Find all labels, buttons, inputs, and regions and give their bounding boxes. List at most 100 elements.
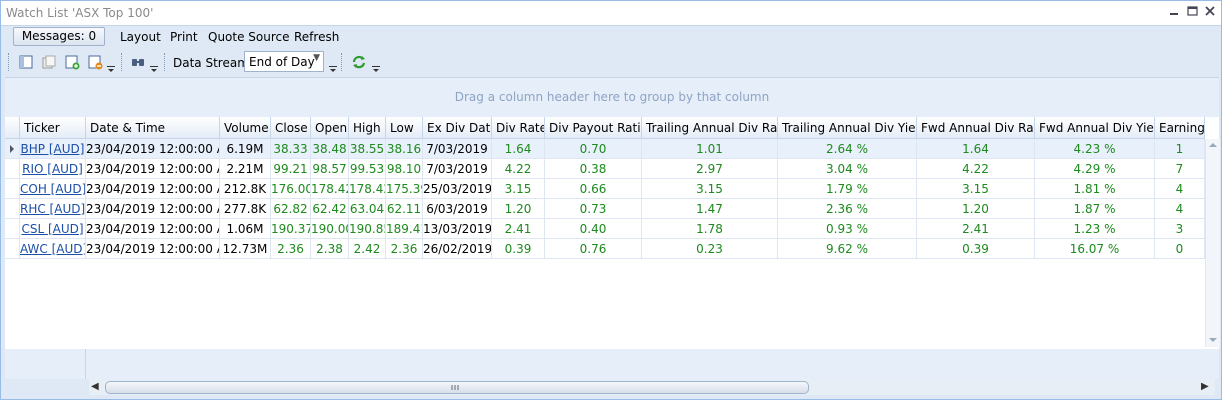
scroll-right-icon[interactable]: ▶: [1201, 381, 1209, 392]
cell-div-rate: 3.15: [492, 179, 545, 199]
cell-open: 178.42: [311, 179, 349, 199]
header-corner: [5, 117, 20, 139]
cell-earning: 0: [1155, 239, 1205, 259]
vertical-scrollbar[interactable]: [1205, 139, 1220, 347]
cell-earning: 4: [1155, 199, 1205, 219]
cell-div-payout-ratio: 0.38: [545, 159, 642, 179]
ticker-link[interactable]: RHC [AUD]: [20, 199, 86, 219]
remove-item-icon[interactable]: [87, 54, 103, 70]
column-header-ex-div-date[interactable]: Ex Div Date: [423, 117, 492, 139]
row-indicator[interactable]: [5, 159, 20, 179]
dropdown-arrow-icon[interactable]: [329, 63, 337, 72]
column-header-low[interactable]: Low: [386, 117, 423, 139]
cell-trailing-annual-div-yield: 2.36 %: [778, 199, 917, 219]
cell-fwd-annual-div-rate: 0.39: [917, 239, 1035, 259]
cell-trailing-annual-div-yield: 9.62 %: [778, 239, 917, 259]
copy-icon[interactable]: [41, 54, 57, 70]
horizontal-scroll-thumb[interactable]: [105, 381, 809, 394]
cell-volume: 6.19M: [220, 139, 271, 159]
close-icon[interactable]: [1203, 4, 1217, 18]
cell-div-payout-ratio: 0.76: [545, 239, 642, 259]
dropdown-arrow-icon[interactable]: [372, 63, 380, 72]
cell-high: 63.04: [349, 199, 386, 219]
cell-fwd-annual-div-rate: 2.41: [917, 219, 1035, 239]
grid-footer: [5, 349, 1219, 379]
data-stream-select[interactable]: End of Day ▼: [244, 51, 324, 72]
refresh-menu[interactable]: Refresh: [294, 30, 339, 44]
column-header-ticker[interactable]: Ticker: [20, 117, 86, 139]
cell-close: 38.33: [271, 139, 311, 159]
cell-div-rate: 2.41: [492, 219, 545, 239]
cell-earning: 7: [1155, 159, 1205, 179]
ticker-link[interactable]: AWC [AUD]: [20, 239, 86, 259]
group-by-area[interactable]: Drag a column header here to group by th…: [5, 77, 1219, 119]
cell-trailing-annual-div-yield: 0.93 %: [778, 219, 917, 239]
find-icon[interactable]: [130, 54, 146, 70]
row-indicator[interactable]: [5, 219, 20, 239]
cell-earning: 4: [1155, 179, 1205, 199]
cell-trailing-annual-div-yield: 2.64 %: [778, 139, 917, 159]
cell-open: 38.48: [311, 139, 349, 159]
data-stream-value: End of Day: [249, 55, 315, 69]
column-header-date-time[interactable]: Date & Time: [86, 117, 220, 139]
cell-high: 38.55: [349, 139, 386, 159]
chevron-down-icon: ▼: [313, 53, 320, 63]
cell-fwd-annual-div-yield: 4.23 %: [1035, 139, 1155, 159]
cell-low: 62.11: [386, 199, 423, 219]
toolbar-separator: [121, 53, 124, 71]
ticker-link[interactable]: RIO [AUD]: [20, 159, 86, 179]
minimize-icon[interactable]: [1167, 4, 1181, 18]
column-header-close[interactable]: Close: [271, 117, 311, 139]
cell-low: 98.10: [386, 159, 423, 179]
cell-div-payout-ratio: 0.70: [545, 139, 642, 159]
horizontal-scrollbar[interactable]: ◀ ▶: [89, 379, 1215, 395]
scroll-left-icon[interactable]: ◀: [91, 381, 99, 392]
column-header-trailing-annual-div-yield[interactable]: Trailing Annual Div Yield: [778, 117, 917, 139]
watchlist-window: Watch List 'ASX Top 100' Messages: 0 Lay…: [0, 0, 1222, 400]
cell-div-rate: 4.22: [492, 159, 545, 179]
data-stream-label: Data Stream: [173, 56, 249, 70]
toolbar-grip: [8, 53, 11, 71]
cell-volume: 277.8K: [220, 199, 271, 219]
quote-source-menu[interactable]: Quote Source: [208, 30, 290, 44]
cell-close: 190.37: [271, 219, 311, 239]
cell-ex-div-date: 26/02/2019: [423, 239, 492, 259]
toolbar-separator: [341, 53, 344, 71]
refresh-icon[interactable]: [351, 54, 367, 70]
column-header-volume[interactable]: Volume: [220, 117, 271, 139]
cell-close: 2.36: [271, 239, 311, 259]
cell-fwd-annual-div-rate: 1.64: [917, 139, 1035, 159]
cell-fwd-annual-div-yield: 4.29 %: [1035, 159, 1155, 179]
column-header-div-payout-ratio[interactable]: Div Payout Ratio: [545, 117, 642, 139]
column-header-open[interactable]: Open: [311, 117, 349, 139]
row-indicator[interactable]: [5, 179, 20, 199]
column-header-trailing-annual-div-rate[interactable]: Trailing Annual Div Rate: [642, 117, 778, 139]
messages-button[interactable]: Messages: 0: [13, 27, 105, 46]
row-indicator[interactable]: [5, 199, 20, 219]
row-indicator[interactable]: [5, 239, 20, 259]
ticker-link[interactable]: BHP [AUD]: [20, 139, 86, 159]
maximize-icon[interactable]: [1185, 4, 1199, 18]
column-header-div-rate[interactable]: Div Rate: [492, 117, 545, 139]
cell-date-time: 23/04/2019 12:00:00 AM: [86, 179, 220, 199]
column-header-fwd-annual-div-yield[interactable]: Fwd Annual Div Yield: [1035, 117, 1155, 139]
cell-ex-div-date: 6/03/2019: [423, 199, 492, 219]
dropdown-arrow-icon[interactable]: [107, 63, 115, 72]
dropdown-arrow-icon[interactable]: [150, 63, 158, 72]
column-header-high[interactable]: High: [349, 117, 386, 139]
cell-high: 99.53: [349, 159, 386, 179]
cell-low: 175.39: [386, 179, 423, 199]
ticker-link[interactable]: COH [AUD]: [20, 179, 86, 199]
window-layout-icon[interactable]: [18, 54, 34, 70]
ticker-link[interactable]: CSL [AUD]: [20, 219, 86, 239]
cell-trailing-annual-div-rate: 0.23: [642, 239, 778, 259]
cell-ex-div-date: 7/03/2019: [423, 139, 492, 159]
cell-date-time: 23/04/2019 12:00:00 AM: [86, 239, 220, 259]
column-header-earning[interactable]: Earning: [1155, 117, 1205, 139]
print-menu[interactable]: Print: [170, 30, 198, 44]
add-item-icon[interactable]: [64, 54, 80, 70]
column-header-fwd-annual-div-rate[interactable]: Fwd Annual Div Rate: [917, 117, 1035, 139]
cell-close: 176.00: [271, 179, 311, 199]
row-indicator[interactable]: [5, 139, 20, 159]
layout-menu[interactable]: Layout: [120, 30, 161, 44]
